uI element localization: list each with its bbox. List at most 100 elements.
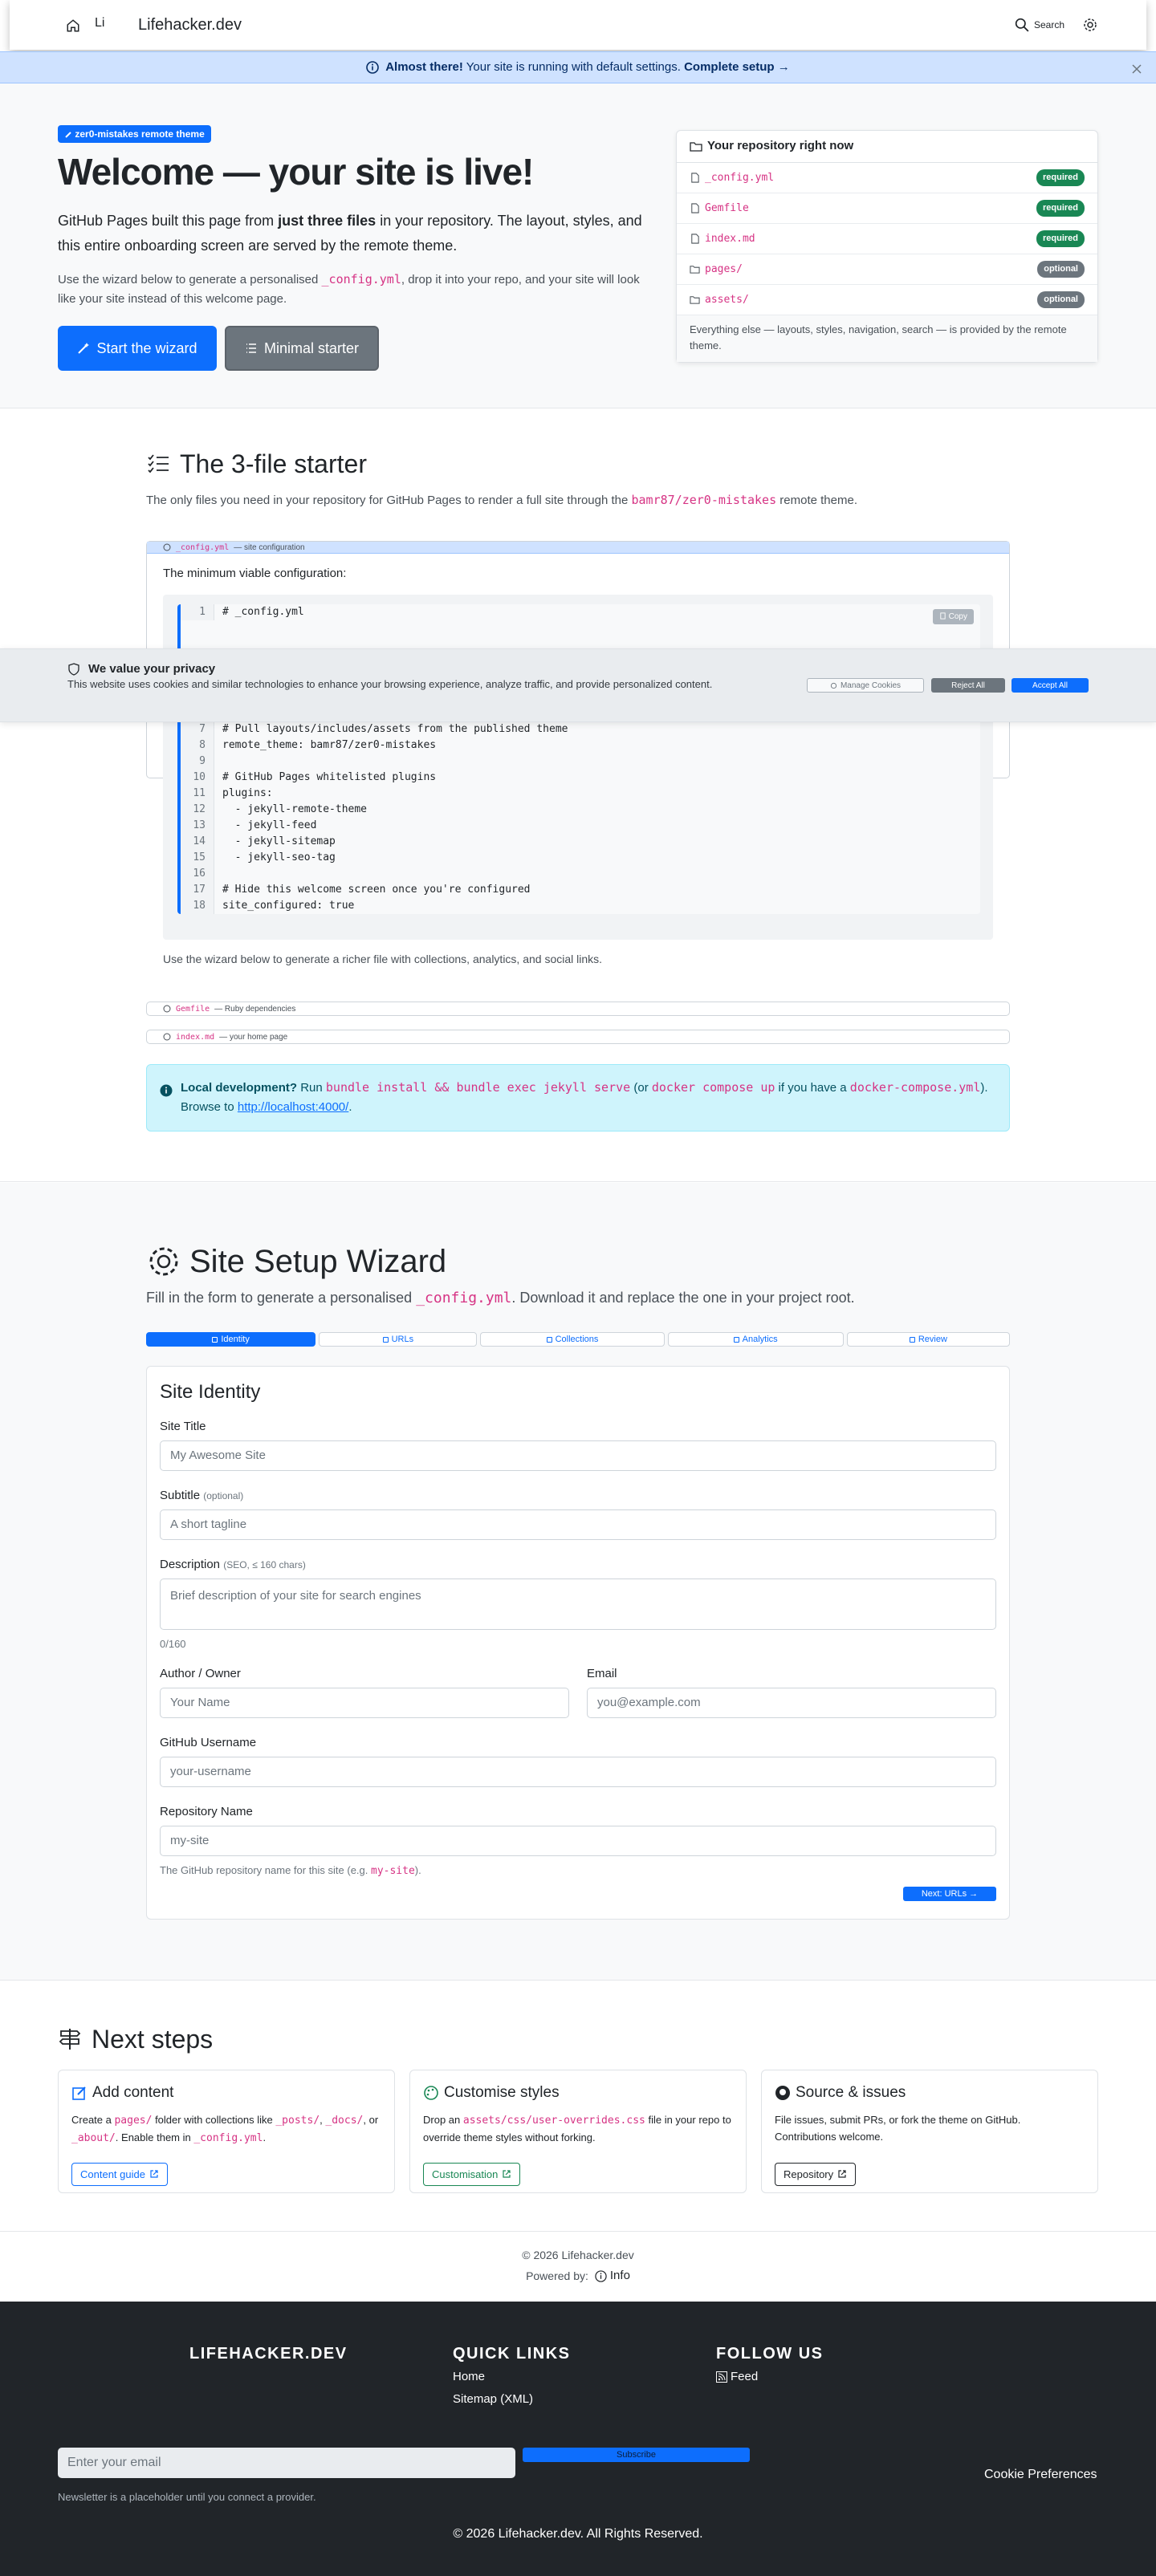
repo-file-row: Gemfile required xyxy=(677,193,1097,224)
check-icon xyxy=(909,1336,915,1343)
code-line: 16 xyxy=(181,865,980,882)
repository-name-label: Repository Name xyxy=(160,1805,253,1818)
footer-quick-links-col: QUICK LINKS Home Sitemap (XML) xyxy=(453,2342,571,2411)
theme-badge: zer0-mistakes remote theme xyxy=(58,125,211,143)
banner-text: Your site is running with default settin… xyxy=(462,59,685,74)
clipboard-icon xyxy=(940,612,946,620)
gemfile-accordion[interactable]: Gemfile — Ruby dependencies xyxy=(146,1002,1010,1016)
status-badge: optional xyxy=(1037,291,1085,308)
github-username-label: GitHub Username xyxy=(160,1736,257,1749)
wizard-title: Site Setup Wizard xyxy=(146,1237,446,1286)
feed-link[interactable]: Feed xyxy=(716,2366,823,2388)
site-title-input[interactable]: My Awesome Site xyxy=(160,1440,996,1471)
description-counter: 0/160 xyxy=(160,1638,186,1650)
copy-button[interactable]: Copy xyxy=(932,608,974,624)
code-container: Copy 1 # _config.yml 7 # Pull layouts/inclu… xyxy=(163,594,993,940)
credit-powered: Powered by: Info xyxy=(0,2267,1156,2285)
complete-setup-link[interactable]: Complete setup → xyxy=(684,59,790,77)
repo-file-name: index.md xyxy=(705,232,755,245)
email-label: Email xyxy=(587,1667,617,1680)
tab-analytics[interactable]: Analytics xyxy=(667,1332,844,1347)
credit-copyright: © 2026 Lifehacker.dev xyxy=(522,2249,634,2261)
info-circle-icon xyxy=(366,59,380,77)
code-line: 12 - jekyll-remote-theme xyxy=(181,801,980,818)
code-line: 17 # Hide this welcome screen once you're… xyxy=(181,881,980,898)
search-icon xyxy=(1015,18,1029,32)
subtitle-input[interactable]: A short tagline xyxy=(160,1509,996,1540)
folder-icon xyxy=(690,296,700,304)
pencil-square-icon xyxy=(72,2086,86,2101)
accept-all-button[interactable]: Accept All xyxy=(1012,678,1089,693)
repository-button[interactable]: Repository xyxy=(775,2162,857,2186)
source-issues-card: Source & issues File issues, submit PRs,… xyxy=(761,2070,1098,2193)
palette-icon xyxy=(424,2086,438,2101)
reject-all-button[interactable]: Reject All xyxy=(931,678,1005,693)
repo-file-name: assets/ xyxy=(705,293,749,306)
repository-card: Your repository right now _config.yml req… xyxy=(676,130,1098,363)
minimal-starter-button[interactable]: Minimal starter xyxy=(225,326,379,371)
follow-us-title: FOLLOW US xyxy=(716,2345,824,2363)
manage-cookies-button[interactable]: Manage Cookies xyxy=(807,678,924,693)
status-badge: required xyxy=(1036,169,1085,186)
info-circle-icon xyxy=(595,2270,607,2282)
code-line: 18 site_configured: true xyxy=(181,897,980,914)
code-line: 7 # Pull layouts/includes/assets from the… xyxy=(181,721,980,737)
code-line: 9 xyxy=(181,753,980,770)
info-circle-icon xyxy=(160,1081,173,1100)
repo-file-row: assets/optional xyxy=(677,285,1097,315)
repository-name-input[interactable]: my-site xyxy=(160,1826,996,1856)
description-textarea[interactable]: Brief description of your site for searc… xyxy=(160,1579,996,1630)
index-accordion-header[interactable]: index.md — your home page xyxy=(147,1030,1009,1043)
external-link-icon xyxy=(503,2170,511,2178)
banner-strong: Almost there! xyxy=(385,59,463,74)
footer-link-home[interactable]: Home xyxy=(453,2366,571,2388)
next-urls-button[interactable]: Next: URLs → xyxy=(903,1887,996,1901)
cookie-banner: We value your privacy This website uses … xyxy=(0,648,1156,722)
tab-collections[interactable]: Collections xyxy=(480,1332,665,1347)
cookie-preferences-link[interactable]: Cookie Preferences xyxy=(984,2465,1097,2485)
content-guide-button[interactable]: Content guide xyxy=(71,2162,168,2186)
rss-icon xyxy=(716,2371,727,2383)
file-gear-icon xyxy=(163,543,171,551)
github-icon xyxy=(775,2086,790,2101)
newsletter-email-input[interactable]: Enter your email xyxy=(58,2448,515,2478)
repository-hint: The GitHub repository name for this site… xyxy=(160,1864,421,1877)
search-button[interactable]: Search xyxy=(1015,18,1064,32)
tab-urls[interactable]: URLs xyxy=(319,1332,478,1347)
tab-review[interactable]: Review xyxy=(846,1332,1010,1347)
repo-file-row: _config.yml required xyxy=(677,163,1097,193)
home-icon[interactable] xyxy=(66,16,83,34)
localhost-link[interactable]: http://localhost:4000/ xyxy=(238,1100,348,1114)
github-username-input[interactable]: your-username xyxy=(160,1757,996,1787)
gemfile-accordion-header[interactable]: Gemfile — Ruby dependencies xyxy=(147,1002,1009,1015)
index-accordion[interactable]: index.md — your home page xyxy=(146,1030,1010,1044)
wizard-tabs: Identity URLs Collections Analytics Review xyxy=(146,1332,1010,1347)
signpost-icon xyxy=(59,2029,81,2050)
info-icon xyxy=(163,1033,171,1041)
setup-banner: Almost there! Your site is running with … xyxy=(0,51,1156,83)
info-button[interactable]: Info xyxy=(595,2267,630,2285)
person-icon xyxy=(212,1336,218,1343)
footer-link-sitemap[interactable]: Sitemap (XML) xyxy=(453,2388,571,2411)
customisation-button[interactable]: Customisation xyxy=(423,2162,521,2186)
list-check-icon xyxy=(148,454,169,473)
header-actions: Search xyxy=(1015,17,1098,33)
repo-file-row: pages/optional xyxy=(677,254,1097,285)
close-icon[interactable] xyxy=(1130,60,1143,79)
email-input[interactable]: you@example.com xyxy=(587,1688,996,1718)
start-wizard-button[interactable]: Start the wizard xyxy=(58,326,217,371)
gear-icon xyxy=(830,682,837,689)
subscribe-button[interactable]: Subscribe xyxy=(523,2448,750,2462)
site-logo[interactable]: Li xyxy=(95,14,127,36)
author-input[interactable]: Your Name xyxy=(160,1688,569,1718)
repository-card-footer: Everything else — layouts, styles, navig… xyxy=(677,315,1097,362)
brush-icon xyxy=(65,132,71,138)
wizard-card-title: Site Identity xyxy=(160,1381,261,1403)
tab-identity[interactable]: Identity xyxy=(146,1332,316,1347)
cookie-message: This website uses cookies and similar te… xyxy=(67,678,713,690)
config-accordion-header[interactable]: _config.yml — site configuration xyxy=(147,542,1009,554)
footer-follow-col: FOLLOW US Feed xyxy=(716,2342,823,2388)
gear-icon[interactable] xyxy=(1082,17,1098,33)
repo-file-name: pages/ xyxy=(705,262,743,275)
site-brand[interactable]: Lifehacker.dev xyxy=(138,13,242,37)
